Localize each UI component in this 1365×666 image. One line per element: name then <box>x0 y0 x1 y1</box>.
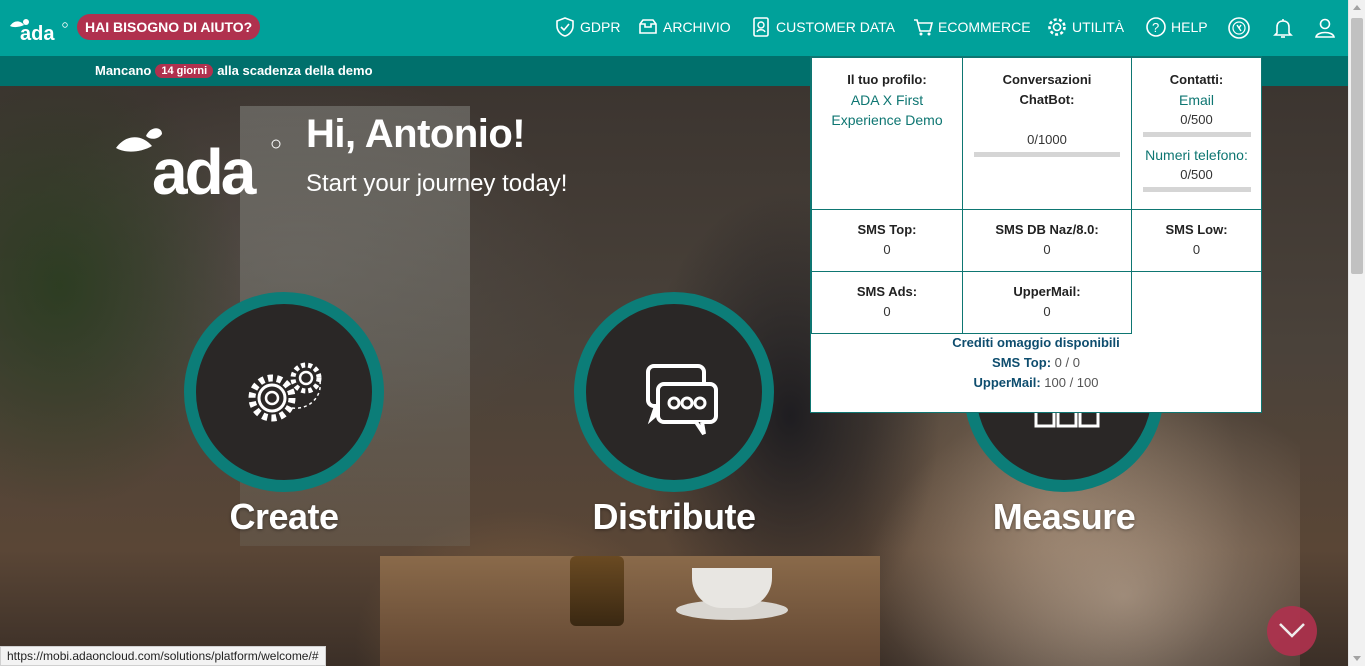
contacts-label: Contatti: <box>1169 72 1224 87</box>
email-value: 0/500 <box>1180 112 1213 127</box>
phone-value: 0/500 <box>1180 167 1213 182</box>
chat-bubbles-icon <box>646 364 718 436</box>
sms-top-label: SMS Top: <box>857 222 917 237</box>
nav-utilita-label: UTILITÀ <box>1072 19 1125 35</box>
gift-sms-row: SMS Top: 0 / 0 <box>811 353 1261 373</box>
uppermail-value: 0 <box>1043 304 1051 319</box>
user-icon[interactable] <box>1313 16 1337 40</box>
question-icon: ? <box>1146 17 1166 37</box>
email-progress <box>1142 132 1251 137</box>
create-circle[interactable] <box>184 292 384 492</box>
profile-cell: Il tuo profilo: ADA X First Experience D… <box>811 57 963 210</box>
gear-icon <box>1048 18 1066 36</box>
measure-label[interactable]: Measure <box>944 496 1184 538</box>
sms-top-value: 0 <box>883 242 891 257</box>
nav-gdpr[interactable]: GDPR <box>554 12 620 42</box>
uppermail-cell: UpperMail: 0 <box>962 271 1132 334</box>
archive-icon <box>639 19 657 34</box>
help-request-button[interactable]: HAI BISOGNO DI AIUTO? <box>77 14 261 40</box>
contacts-cell: Contatti: Email 0/500 Numeri telefono: 0… <box>1131 57 1262 210</box>
cart-icon <box>914 19 934 36</box>
gift-sms-value: 0 / 0 <box>1054 355 1080 370</box>
scroll-down-arrow[interactable] <box>1353 656 1361 661</box>
uppermail-label: UpperMail: <box>1013 284 1081 299</box>
nav-help-label: HELP <box>1171 19 1208 35</box>
gift-mail-value: 100 / 100 <box>1044 375 1099 390</box>
hero-greeting: Hi, Antonio! <box>306 112 526 156</box>
sms-ads-label: SMS Ads: <box>856 284 918 299</box>
email-label: Email <box>1178 92 1214 108</box>
ada-logo-small[interactable]: ada <box>8 16 70 42</box>
shield-check-icon <box>556 17 574 37</box>
sms-low-value: 0 <box>1192 242 1201 257</box>
gift-credits: Crediti omaggio disponibili SMS Top: 0 /… <box>811 333 1261 393</box>
nav-help[interactable]: ? HELP <box>1145 12 1208 42</box>
credits-panel: Il tuo profilo: ADA X First Experience D… <box>810 56 1262 413</box>
background-glass <box>570 556 624 626</box>
gift-mail-row: UpperMail: 100 / 100 <box>811 373 1261 393</box>
sms-db-label: SMS DB Naz/8.0: <box>995 222 1099 237</box>
scrollbar-thumb[interactable] <box>1351 18 1363 274</box>
credits-icon[interactable] <box>1227 16 1251 40</box>
nav-archivio[interactable]: ARCHIVIO <box>637 12 731 42</box>
demo-days-badge: 14 giorni <box>155 63 214 78</box>
sms-top-cell: SMS Top: 0 <box>811 209 963 272</box>
gears-icon <box>248 362 322 422</box>
gift-heading: Crediti omaggio disponibili <box>952 335 1120 350</box>
id-card-icon <box>753 17 769 37</box>
bell-icon[interactable] <box>1271 16 1295 40</box>
hero-subtitle: Start your journey today! <box>306 170 568 197</box>
nav-customer-data-label: CUSTOMER DATA <box>776 19 896 35</box>
nav-customer-data[interactable]: CUSTOMER DATA <box>750 12 895 42</box>
sms-low-label: SMS Low: <box>1165 222 1228 237</box>
nav-gdpr-label: GDPR <box>580 19 621 35</box>
sms-ads-value: 0 <box>883 304 891 319</box>
distribute-label[interactable]: Distribute <box>554 496 794 538</box>
chevron-down-icon <box>1279 623 1305 638</box>
scroll-down-button[interactable] <box>1267 606 1317 656</box>
gift-sms-label: SMS Top: <box>992 355 1052 370</box>
top-navbar: ada HAI BISOGNO DI AIUTO? GDPR ARCHIVIO … <box>0 0 1348 56</box>
create-label[interactable]: Create <box>164 496 404 538</box>
chatbot-progress <box>974 152 1120 157</box>
scroll-up-arrow[interactable] <box>1353 5 1361 10</box>
page-scrollbar[interactable] <box>1348 0 1365 666</box>
distribute-circle[interactable] <box>574 292 774 492</box>
sms-db-value: 0 <box>1043 242 1051 257</box>
sms-db-cell: SMS DB Naz/8.0: 0 <box>962 209 1132 272</box>
phone-label: Numeri telefono: <box>1145 147 1248 163</box>
svg-text:?: ? <box>1152 20 1159 35</box>
nav-archivio-label: ARCHIVIO <box>663 19 731 35</box>
background-table <box>380 556 880 666</box>
gift-mail-label: UpperMail: <box>973 375 1041 390</box>
svg-text:ada: ada <box>20 23 55 42</box>
chatbot-label: Conversazioni ChatBot: <box>1002 72 1092 107</box>
phone-progress <box>1142 187 1251 192</box>
nav-utilita[interactable]: UTILITÀ <box>1046 12 1124 42</box>
profile-label: Il tuo profilo: <box>847 72 927 87</box>
chatbot-value: 0/1000 <box>1027 132 1067 147</box>
svg-text:ada: ada <box>152 136 257 200</box>
ada-logo-large: ada <box>116 128 281 200</box>
sms-ads-cell: SMS Ads: 0 <box>811 271 963 334</box>
demo-prefix: Mancano <box>95 63 152 78</box>
background-cup <box>692 568 772 608</box>
chatbot-cell: Conversazioni ChatBot: 0/1000 <box>962 57 1132 210</box>
nav-ecommerce[interactable]: ECOMMERCE <box>912 12 1031 42</box>
sms-low-cell: SMS Low: 0 <box>1131 209 1262 272</box>
profile-value: ADA X First Experience Demo <box>831 92 943 128</box>
nav-ecommerce-label: ECOMMERCE <box>938 19 1031 35</box>
demo-suffix: alla scadenza della demo <box>217 63 373 78</box>
status-url: https://mobi.adaoncloud.com/solutions/pl… <box>0 646 326 666</box>
